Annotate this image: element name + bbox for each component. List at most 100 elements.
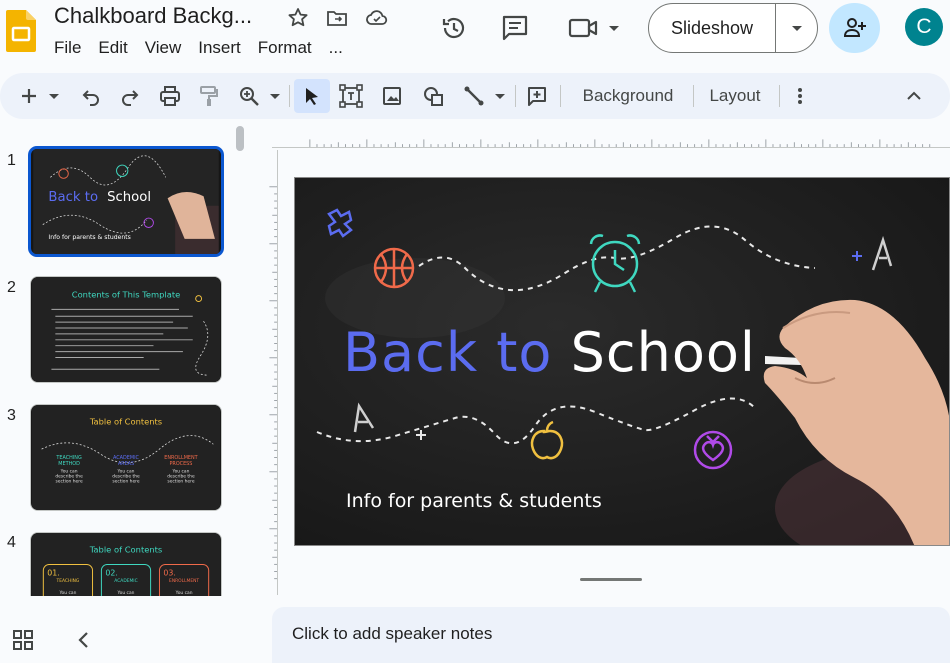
toolbar-divider — [693, 85, 694, 107]
add-person-icon — [843, 18, 866, 37]
filmstrip-panel: 1 Back to School Info for parents & stud… — [0, 122, 258, 663]
menu-edit[interactable]: Edit — [98, 38, 127, 58]
cloud-saved-icon[interactable] — [365, 6, 389, 30]
line-button[interactable] — [461, 73, 487, 119]
svg-text:TEACHING: TEACHING — [56, 578, 80, 584]
collapse-toolbar-button[interactable] — [900, 73, 928, 119]
chevron-down-icon — [495, 94, 505, 99]
svg-text:ENROLLMENT: ENROLLMENT — [169, 578, 199, 584]
thumbnail-preview: Table of Contents 01. 02. 03. TEACHING A… — [31, 533, 221, 596]
thumbnail-preview: Contents of This Template — [31, 277, 221, 382]
svg-text:section here: section here — [167, 479, 194, 485]
toolbar-divider — [779, 85, 780, 107]
shapes-icon — [424, 87, 443, 106]
slideshow-button[interactable]: Slideshow — [648, 3, 818, 53]
slideshow-label[interactable]: Slideshow — [649, 4, 775, 52]
svg-text:section here: section here — [112, 479, 139, 485]
svg-text:Contents of This Template: Contents of This Template — [72, 290, 180, 300]
svg-text:section here: section here — [55, 479, 82, 485]
print-button[interactable] — [157, 73, 183, 119]
top-bar: Chalkboard Backg... File Edit View Inser… — [0, 0, 950, 70]
text-box-button[interactable] — [337, 73, 365, 119]
background-button[interactable]: Background — [572, 73, 684, 119]
redo-button[interactable] — [117, 73, 143, 119]
redo-icon — [122, 90, 139, 106]
more-vert-icon — [798, 88, 802, 104]
menu-view[interactable]: View — [145, 38, 182, 58]
slide-number: 3 — [7, 407, 16, 424]
version-history-icon[interactable] — [439, 13, 469, 43]
horizontal-ruler[interactable] — [272, 128, 950, 148]
shape-button[interactable] — [420, 73, 446, 119]
chevron-down-icon — [49, 94, 59, 99]
comments-icon[interactable] — [500, 13, 530, 43]
slide-thumbnail-3[interactable]: Table of Contents TEACHING METHOD ACADEM… — [30, 404, 222, 511]
current-slide[interactable]: Back to School Info for parents & studen… — [294, 177, 950, 546]
new-slide-button[interactable] — [16, 73, 42, 119]
account-avatar[interactable]: C — [905, 8, 943, 46]
slide-thumbnail-1[interactable]: Back to School Info for parents & studen… — [28, 146, 224, 257]
star-icon[interactable] — [286, 6, 310, 30]
paint-format-button[interactable] — [196, 73, 222, 119]
grid-view-icon[interactable] — [11, 628, 35, 652]
toolbar-divider — [515, 85, 516, 107]
layout-button[interactable]: Layout — [700, 73, 770, 119]
zoom-dropdown[interactable] — [266, 73, 284, 119]
menu-format[interactable]: Format — [258, 38, 312, 58]
slides-logo-icon[interactable] — [6, 10, 36, 52]
slide-thumbnail-4[interactable]: Table of Contents 01. 02. 03. TEACHING A… — [30, 532, 222, 596]
select-tool-button[interactable] — [294, 79, 330, 113]
svg-text:You can: You can — [117, 590, 135, 596]
menu-bar: File Edit View Insert Format ... — [54, 38, 360, 58]
chevron-down-icon — [791, 26, 802, 31]
cursor-arrow-icon — [306, 88, 318, 105]
line-dropdown[interactable] — [491, 73, 509, 119]
chevron-up-icon — [907, 91, 921, 100]
share-button[interactable] — [829, 3, 880, 53]
vertical-ruler[interactable] — [258, 150, 278, 595]
svg-text:School: School — [107, 190, 151, 205]
svg-text:Table of Contents: Table of Contents — [89, 545, 163, 555]
menu-insert[interactable]: Insert — [198, 38, 241, 58]
new-slide-dropdown[interactable] — [45, 73, 63, 119]
svg-text:02.: 02. — [105, 568, 118, 577]
svg-text:Table of Contents: Table of Contents — [89, 417, 162, 427]
thumbnail-preview: Back to School Info for parents & studen… — [33, 149, 219, 254]
undo-icon — [82, 90, 99, 106]
slide-title-part2: School — [570, 321, 756, 384]
move-folder-icon[interactable] — [325, 6, 349, 30]
meet-video-icon[interactable] — [567, 13, 623, 43]
slide-title[interactable]: Back to School — [343, 321, 756, 384]
document-title[interactable]: Chalkboard Backg... — [54, 3, 252, 29]
insert-image-button[interactable] — [379, 73, 405, 119]
menu-more[interactable]: ... — [329, 38, 343, 58]
text-box-icon — [339, 84, 363, 108]
slide-number: 1 — [7, 152, 16, 169]
toolbar-divider — [289, 85, 290, 107]
add-comment-icon — [528, 87, 546, 106]
collapse-filmstrip-icon[interactable] — [72, 628, 96, 652]
toolbar: Background Layout — [0, 73, 950, 119]
svg-text:PROCESS: PROCESS — [169, 461, 192, 467]
thumbnail-preview: Table of Contents TEACHING METHOD ACADEM… — [31, 405, 221, 510]
zoom-button[interactable] — [236, 73, 262, 119]
undo-button[interactable] — [78, 73, 104, 119]
speaker-notes-panel[interactable]: Click to add speaker notes — [272, 607, 950, 663]
chevron-down-icon — [270, 94, 280, 99]
add-comment-button[interactable] — [524, 73, 550, 119]
notes-resize-handle[interactable] — [580, 578, 642, 581]
basketball-doodle-icon — [373, 247, 415, 289]
speaker-notes-placeholder[interactable]: Click to add speaker notes — [292, 624, 492, 644]
more-options-button[interactable] — [788, 73, 812, 119]
slide-subtitle[interactable]: Info for parents & students — [346, 490, 602, 512]
svg-text:01.: 01. — [47, 568, 60, 577]
slideshow-dropdown[interactable] — [776, 4, 817, 52]
svg-text:03.: 03. — [163, 568, 176, 577]
paint-roller-icon — [200, 86, 218, 106]
filmstrip-scrollbar[interactable] — [236, 126, 244, 151]
slide-thumbnail-2[interactable]: Contents of This Template — [30, 276, 222, 383]
print-icon — [160, 86, 180, 106]
menu-file[interactable]: File — [54, 38, 81, 58]
slide-number: 2 — [7, 279, 16, 296]
svg-text:Info for parents & students: Info for parents & students — [48, 234, 130, 241]
